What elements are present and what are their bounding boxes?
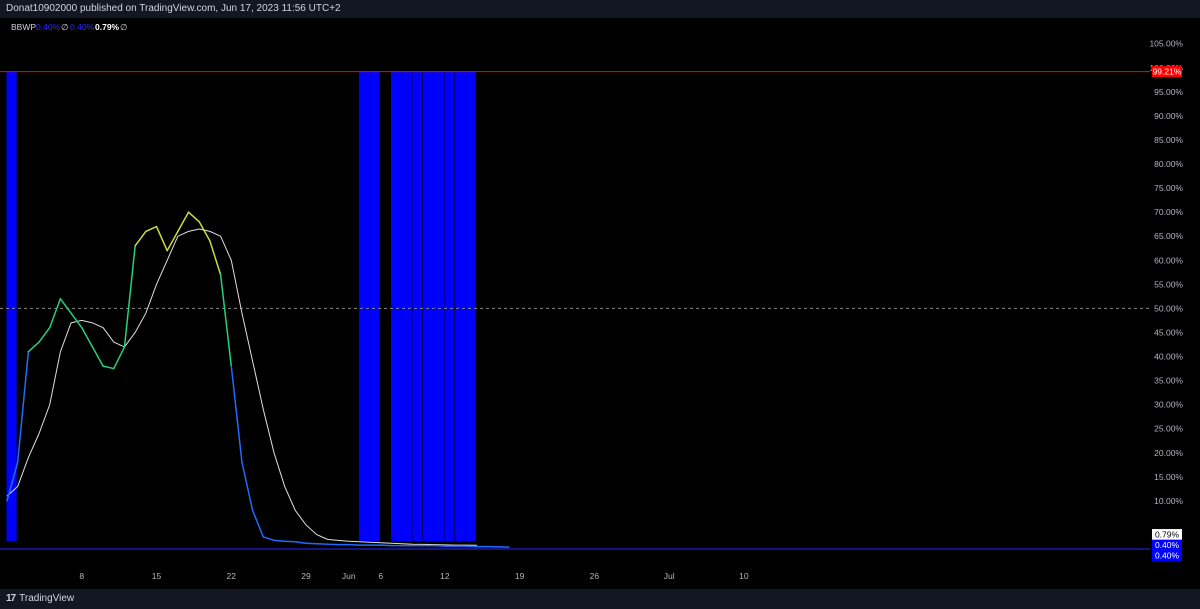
legend: BBWP 0.40% ∅ 0.40% 0.79% ∅ [11, 22, 128, 32]
chart-background [0, 18, 1200, 589]
y-tick-label: 35.00% [1154, 376, 1183, 386]
x-tick-label: 26 [590, 571, 600, 581]
tradingview-brand-text: TradingView [19, 593, 75, 604]
y-tick-label: 25.00% [1154, 424, 1183, 434]
extreme-bar [358, 71, 370, 542]
y-tick-label: 10.00% [1154, 496, 1183, 506]
y-tick-label: 45.00% [1154, 327, 1183, 337]
extreme-bar [444, 71, 455, 542]
extreme-bar [455, 71, 466, 542]
y-tick-label: 85.00% [1154, 135, 1183, 145]
y-tick-label: 50.00% [1154, 303, 1183, 313]
x-tick-label: Jun [342, 571, 356, 581]
published-info: Donat10902000 published on TradingView.c… [6, 3, 341, 14]
x-tick-label: 15 [152, 571, 162, 581]
extreme-bar [369, 71, 380, 542]
legend-value-2: 0.40% [70, 22, 95, 32]
x-tick-label: 6 [378, 571, 383, 581]
legend-symbol-2: ∅ [120, 22, 128, 32]
legend-value-1: 0.40% [36, 22, 61, 32]
x-tick-label: 8 [79, 571, 84, 581]
extreme-bar [390, 71, 402, 542]
y-tick-label: 80.00% [1154, 159, 1183, 169]
tradingview-brand[interactable]: 17 TradingView [6, 593, 74, 604]
extreme-bar [412, 71, 423, 542]
x-tick-label: 19 [515, 571, 525, 581]
x-tick-label: 12 [440, 571, 450, 581]
bbwp-segment [273, 539, 286, 543]
x-tick-label: Jul [664, 571, 675, 581]
extreme-bar [423, 71, 434, 542]
ma-price-tag: 0.79% [1155, 530, 1180, 540]
bbwp-chart[interactable]: 10.00% 15.00% 20.00% 25.00% 30.00% 35.00% 40.0… [0, 18, 1200, 589]
legend-value-3: 0.79% [95, 22, 120, 32]
y-tick-label: 30.00% [1154, 400, 1183, 410]
extreme-bar [465, 71, 476, 542]
x-tick-label: 22 [227, 571, 237, 581]
y-tick-label: 20.00% [1154, 448, 1183, 458]
y-tick-label: 15.00% [1154, 472, 1183, 482]
high-price-tag: 99.21% [1153, 67, 1182, 77]
y-tick-label: 75.00% [1154, 183, 1183, 193]
y-tick-label: 90.00% [1154, 111, 1183, 121]
y-tick-label: 70.00% [1154, 207, 1183, 217]
bottom-bar: 17 TradingView [0, 589, 1200, 609]
y-tick-label: 55.00% [1154, 279, 1183, 289]
bbwp-price-tag: 0.40% [1155, 540, 1180, 550]
low-price-tag: 0.40% [1155, 551, 1180, 561]
legend-indicator: BBWP [11, 22, 36, 32]
y-tick-label: 40.00% [1154, 352, 1183, 362]
y-tick-label: 65.00% [1154, 231, 1183, 241]
tradingview-logo-icon: 17 [6, 593, 16, 604]
y-tick-label: 60.00% [1154, 255, 1183, 265]
extreme-bar [433, 71, 444, 542]
top-bar: Donat10902000 published on TradingView.c… [0, 0, 1200, 19]
x-tick-label: 29 [301, 571, 311, 581]
extreme-bar [401, 71, 412, 542]
y-tick-label: 105.00% [1149, 39, 1183, 49]
x-tick-label: 10 [739, 571, 749, 581]
legend-symbol-1: ∅ [61, 22, 69, 32]
y-tick-label: 95.00% [1154, 87, 1183, 97]
